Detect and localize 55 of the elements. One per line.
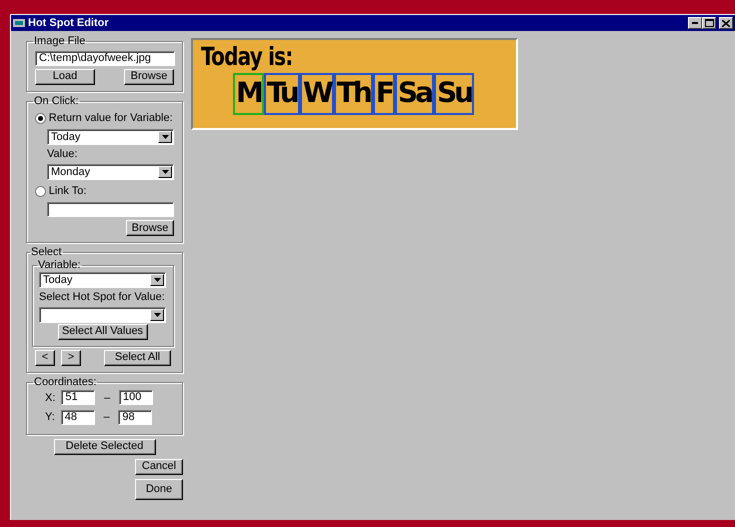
caret-icon [162, 135, 168, 140]
link-to-option-label: Link To: [48, 184, 86, 199]
caret-icon [154, 312, 160, 317]
select-label: Select [30, 247, 63, 258]
hot-spot[interactable]: W [300, 73, 334, 115]
image-title: Today is: [201, 44, 294, 69]
window-title: Hot Spot Editor [28, 16, 110, 31]
return-value-option-radio[interactable] [35, 112, 46, 124]
hot-spot[interactable]: Su [434, 73, 474, 115]
hot-spot[interactable]: M [233, 73, 264, 115]
close-button[interactable] [719, 17, 733, 29]
minimize-button[interactable] [688, 17, 702, 29]
caret-icon [154, 278, 160, 282]
hot-spot[interactable]: Th [334, 73, 373, 115]
coordinate-field[interactable]: 48 [60, 410, 95, 425]
app-icon [13, 18, 25, 28]
coordinate-field[interactable]: 100 [119, 390, 154, 406]
variable-label: Variable: [37, 260, 82, 272]
dash-label: – [102, 410, 111, 425]
return-value-option-label: Return value for Variable: [48, 110, 173, 126]
caret-icon [162, 170, 168, 174]
coordinate-field[interactable]: 98 [118, 410, 152, 425]
image-path-field[interactable]: C:\temp\dayofweek.jpg [35, 51, 175, 66]
link-to-option-radio[interactable] [35, 186, 46, 196]
hot-spot[interactable]: Tu [264, 73, 300, 115]
cancel-button[interactable]: Cancel [135, 458, 183, 474]
image-file-label: Image File [33, 36, 86, 47]
link-to-field[interactable] [47, 202, 174, 218]
variable-dropdown[interactable]: Today [39, 272, 166, 288]
next-button[interactable]: > [61, 350, 81, 366]
select-all-values-button[interactable]: Select All Values [58, 324, 148, 340]
load-button[interactable]: Load [35, 68, 95, 85]
variable-dropdown[interactable]: Today [47, 129, 174, 146]
value-dropdown[interactable]: Monday [47, 164, 174, 180]
browse-button[interactable]: Browse [126, 220, 174, 236]
axis-label: Y: [45, 410, 55, 425]
coordinate-field[interactable]: 51 [61, 390, 96, 406]
hot-spot[interactable]: Sa [394, 73, 434, 115]
minimize-icon [692, 22, 698, 24]
value-label: Value: [47, 147, 78, 162]
select-all-button[interactable]: Select All [104, 350, 171, 366]
hot-spot-label: Select Hot Spot for Value: [39, 290, 166, 306]
close-icon [722, 20, 730, 26]
hot-spot-dropdown[interactable] [39, 306, 166, 323]
browse-button[interactable]: Browse [124, 68, 174, 85]
coordinates-label: Coordinates: [33, 376, 98, 388]
maximize-icon [704, 19, 714, 27]
done-button[interactable]: Done [135, 478, 183, 500]
hot-spot[interactable]: F [372, 73, 395, 115]
previous-button[interactable]: < [35, 350, 55, 366]
delete-selected-button[interactable]: Delete Selected [54, 438, 156, 454]
on-click-label: On Click: [33, 96, 80, 107]
maximize-button[interactable] [702, 17, 716, 29]
dash-label: – [103, 390, 112, 406]
axis-label: X: [45, 390, 56, 406]
